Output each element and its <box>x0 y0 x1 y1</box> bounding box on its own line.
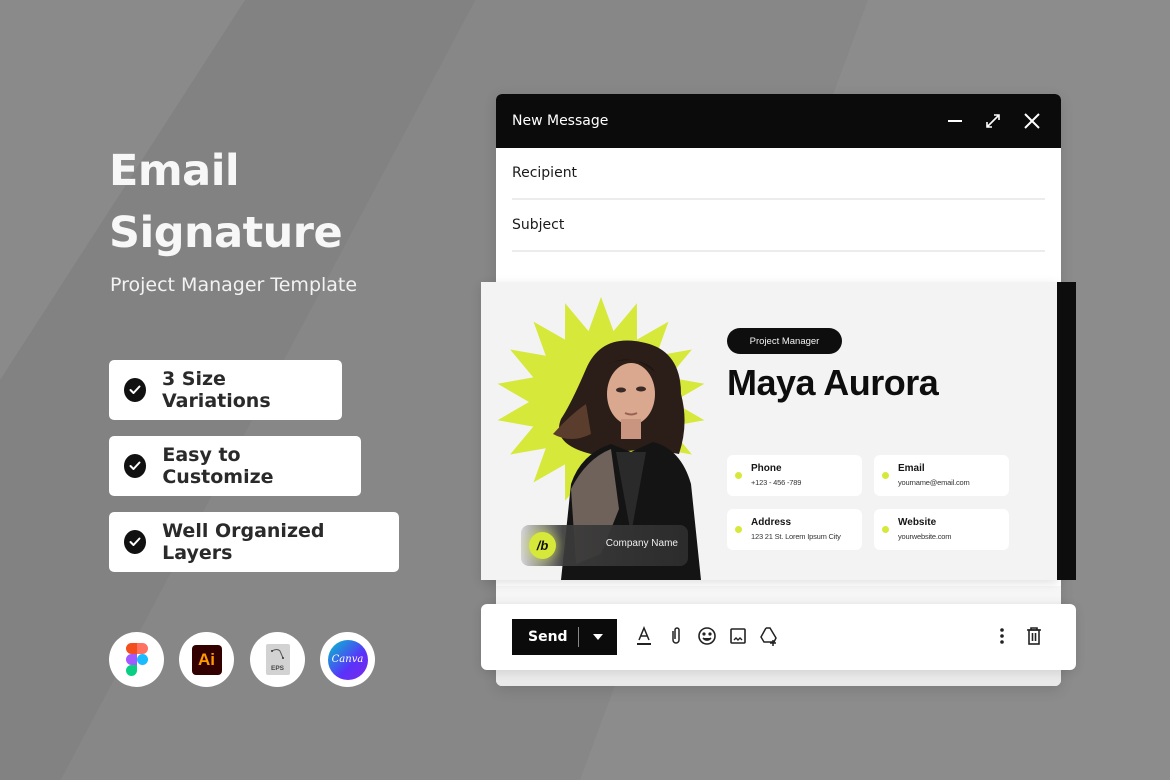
contact-label: Email <box>898 463 925 474</box>
canva-icon: Canva <box>320 632 375 687</box>
feature-badge: Well Organized Layers <box>109 512 399 572</box>
recipient-field[interactable]: Recipient <box>512 148 1045 200</box>
compose-titlebar: New Message <box>496 94 1061 148</box>
hero-subtitle: Project Manager Template <box>110 274 358 296</box>
contact-value: yourname@email.com <box>898 478 970 487</box>
eps-label: EPS <box>270 665 284 672</box>
contact-label: Website <box>898 517 937 528</box>
text-format-icon[interactable] <box>633 625 655 647</box>
caret-down-icon <box>593 634 603 640</box>
contact-value: 123 21 St. Lorem Ipsum City <box>751 532 841 541</box>
role-badge: Project Manager <box>727 328 842 354</box>
contact-email: Email yourname@email.com <box>874 455 1009 496</box>
signature-card-edge <box>1057 282 1076 580</box>
insert-image-icon[interactable] <box>727 625 749 647</box>
bullet-dot-icon <box>735 526 742 533</box>
contact-value: +123 - 456 -789 <box>751 478 802 487</box>
company-bar: /b Company Name <box>521 525 688 566</box>
bullet-dot-icon <box>735 472 742 479</box>
hero-title-line1: Email <box>109 146 240 196</box>
compose-title: New Message <box>512 113 609 129</box>
hero-title-line2: Signature <box>109 208 343 258</box>
company-name: Company Name <box>605 538 678 549</box>
contact-label: Phone <box>751 463 782 474</box>
contact-phone: Phone +123 - 456 -789 <box>727 455 862 496</box>
drive-icon[interactable] <box>758 625 780 647</box>
contact-label: Address <box>751 517 792 528</box>
bullet-dot-icon <box>882 526 889 533</box>
feature-label: 3 Size Variations <box>161 368 271 412</box>
company-logo: /b <box>529 532 556 559</box>
more-options-icon[interactable] <box>991 625 1013 647</box>
illustrator-logo: Ai <box>191 644 222 675</box>
compose-toolbar: Send <box>481 604 1076 670</box>
send-options-dropdown[interactable] <box>584 625 612 649</box>
emoji-icon[interactable] <box>696 625 718 647</box>
send-button[interactable]: Send <box>528 629 568 645</box>
bullet-dot-icon <box>882 472 889 479</box>
feature-badge: Easy to Customize <box>109 436 361 496</box>
feature-badge: 3 Size Variations <box>109 360 342 420</box>
feature-label: Well Organized Layers <box>162 520 325 564</box>
send-button-group: Send <box>512 619 617 655</box>
close-icon[interactable] <box>1019 108 1045 134</box>
attachment-icon[interactable] <box>665 625 687 647</box>
check-circle-icon <box>124 530 147 554</box>
minimize-icon[interactable] <box>942 108 968 134</box>
email-signature-card: /b Company Name Project Manager Maya Aur… <box>481 282 1058 580</box>
figma-icon <box>109 632 164 687</box>
check-circle-icon <box>124 378 146 402</box>
contact-value: yourwebsite.com <box>898 532 952 541</box>
feature-label: Easy to Customize <box>162 444 274 488</box>
contact-website: Website yourwebsite.com <box>874 509 1009 550</box>
contact-address: Address 123 21 St. Lorem Ipsum City <box>727 509 862 550</box>
send-divider <box>578 627 579 647</box>
canva-logo: Canva <box>327 639 368 680</box>
person-name: Maya Aurora <box>727 362 939 403</box>
illustrator-icon: Ai <box>179 632 234 687</box>
trash-icon[interactable] <box>1023 625 1045 647</box>
eps-file-icon: EPS <box>250 632 305 687</box>
check-circle-icon <box>124 454 147 478</box>
subject-field[interactable]: Subject <box>512 200 1045 252</box>
expand-icon[interactable] <box>980 108 1006 134</box>
hero-title: Email Signature <box>109 140 343 264</box>
